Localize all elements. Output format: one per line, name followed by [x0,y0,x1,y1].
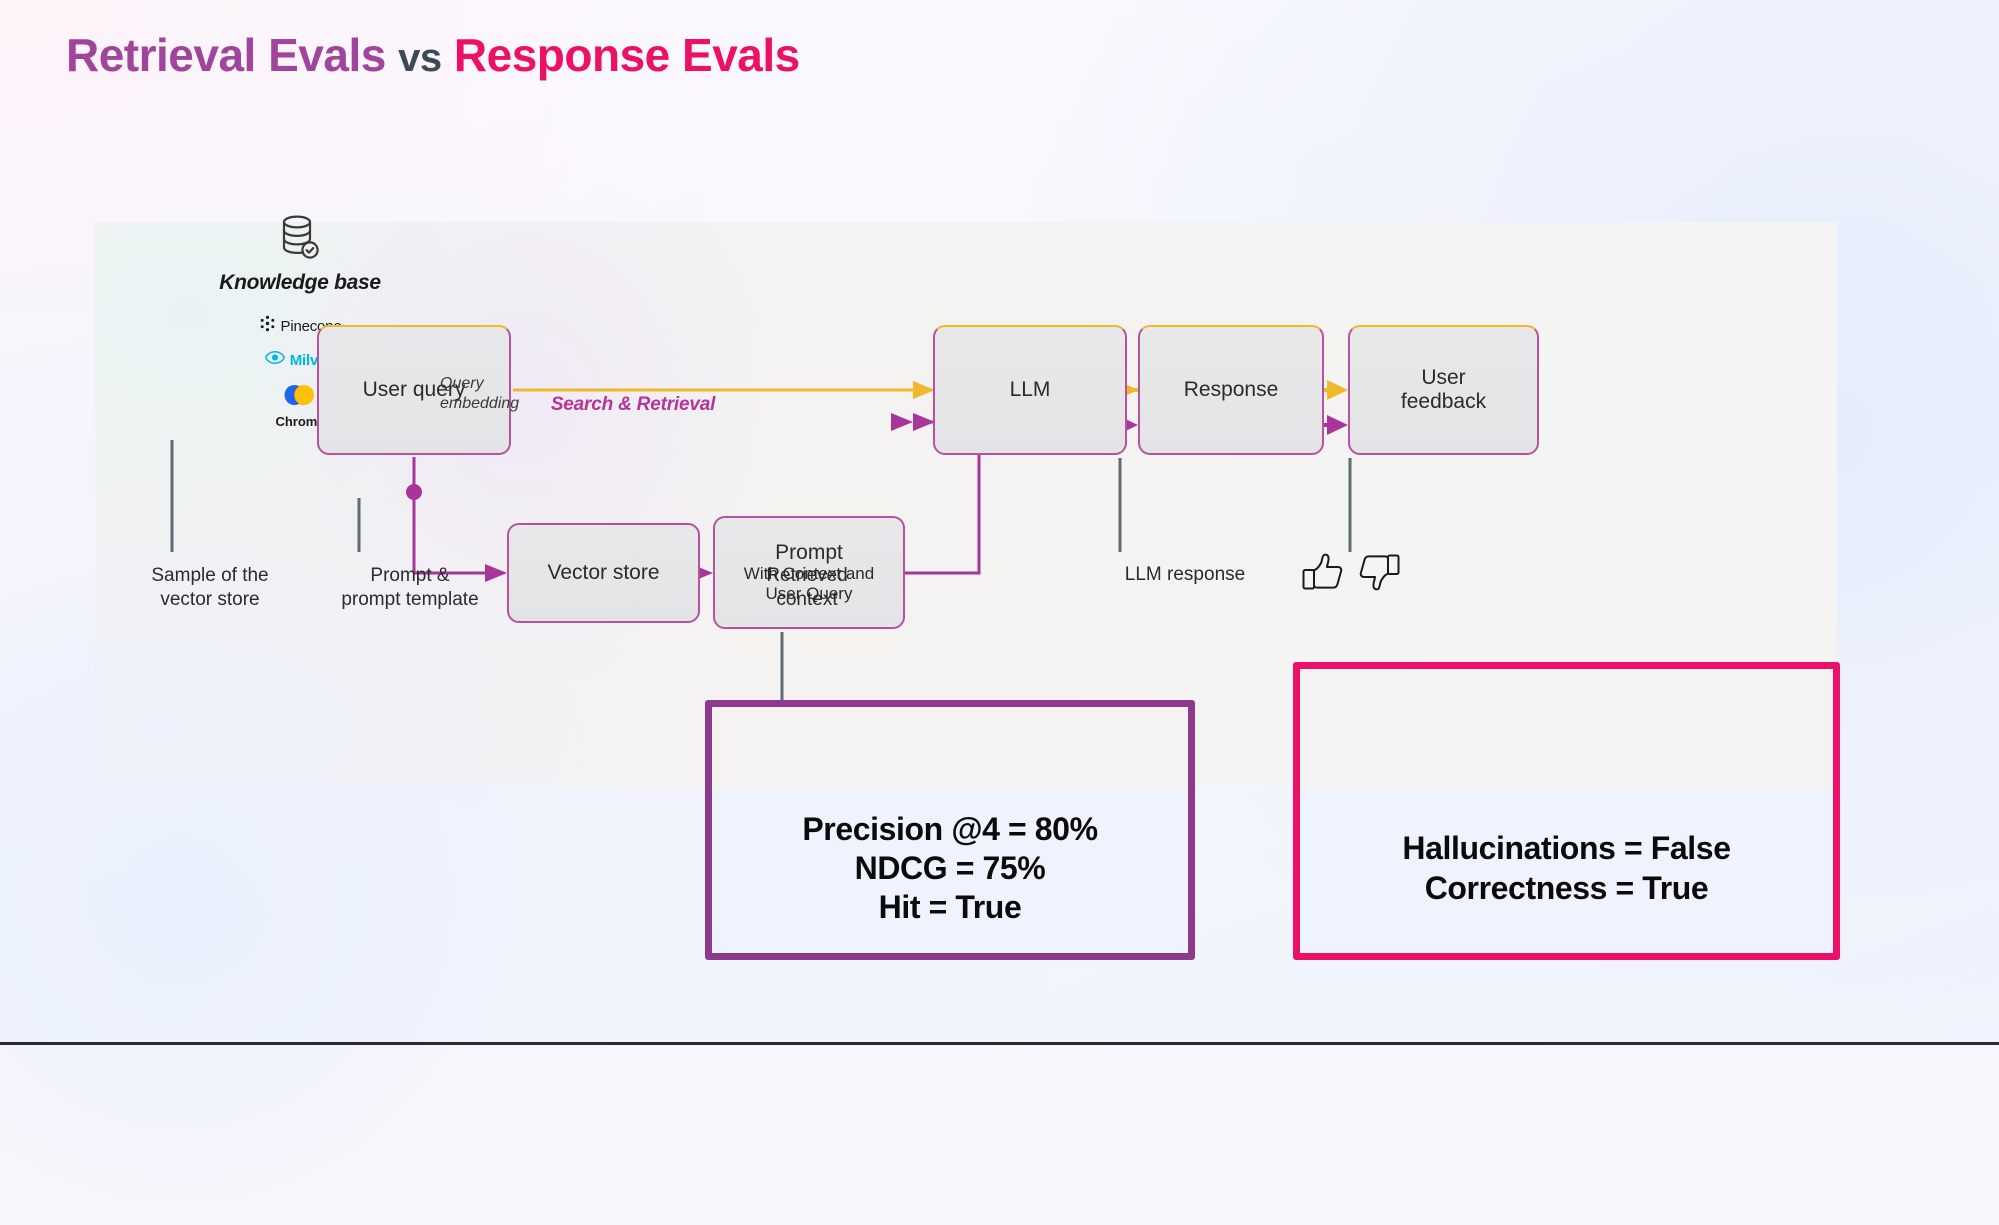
database-check-icon [200,214,400,265]
label-query-embedding-line1: Query [440,375,484,392]
metric-ndcg: NDCG = 75% [854,849,1046,886]
title-response-evals: Response Evals [453,29,800,81]
node-llm-label: LLM [1009,378,1051,402]
metric-hallucinations: Hallucinations = False [1402,830,1731,867]
label-sample-line1: Sample of the [151,565,269,586]
slide-canvas: Retrieval Evals vs Response Evals Knowle… [0,0,1999,1225]
milvus-logo-icon [264,350,285,370]
node-vector-store[interactable]: Vector store [507,523,700,623]
callout-response-evals: Hallucinations = False Correctness = Tru… [1293,662,1840,960]
label-prompt-template-line2: prompt template [341,588,479,610]
knowledge-base-heading: Knowledge base [219,271,381,294]
callout-response-metrics: Hallucinations = False Correctness = Tru… [1300,790,1833,953]
page-title: Retrieval Evals vs Response Evals [66,28,800,82]
callout-retrieval-evals: Precision @4 = 80% NDCG = 75% Hit = True [705,700,1195,960]
thumbs-up-icon[interactable] [1300,552,1344,599]
label-prompt-template-line1: Prompt & [370,565,450,586]
metric-hit: Hit = True [878,889,1022,926]
label-prompt-template: Prompt & prompt template [300,564,520,612]
pinecone-logo-icon [259,315,276,337]
node-user-feedback-line1: User [1421,366,1466,390]
callout-response-top [1300,669,1833,790]
node-prompt-label: Prompt [775,540,843,564]
callout-retrieval-top [712,707,1188,790]
label-retrieved-context-line1: Retrieved [766,565,848,586]
label-sample-vector-store: Sample of the vector store [115,564,305,612]
title-vs: vs [398,36,442,80]
callout-retrieval-metrics: Precision @4 = 80% NDCG = 75% Hit = True [712,790,1188,953]
chroma-logo-icon [283,385,317,411]
metric-correctness: Correctness = True [1424,869,1709,906]
label-llm-response: LLM response [1124,564,1246,585]
label-retrieved-context: Retrieved context [707,564,907,612]
node-vector-store-label: Vector store [547,561,660,585]
node-llm[interactable]: LLM [933,325,1127,455]
label-retrieved-context-line2: context [776,588,838,610]
node-response[interactable]: Response [1138,325,1324,455]
label-search-retrieval: Search & Retrieval [550,394,716,415]
thumbs-down-icon[interactable] [1358,552,1402,599]
metric-precision: Precision @4 = 80% [802,810,1098,847]
title-retrieval-evals: Retrieval Evals [66,29,386,81]
node-response-label: Response [1183,378,1279,402]
feedback-icons [1300,552,1402,599]
node-user-feedback-line2: feedback [1400,390,1487,413]
label-sample-line2: vector store [160,588,260,610]
node-user-feedback[interactable]: User feedback [1348,325,1539,455]
